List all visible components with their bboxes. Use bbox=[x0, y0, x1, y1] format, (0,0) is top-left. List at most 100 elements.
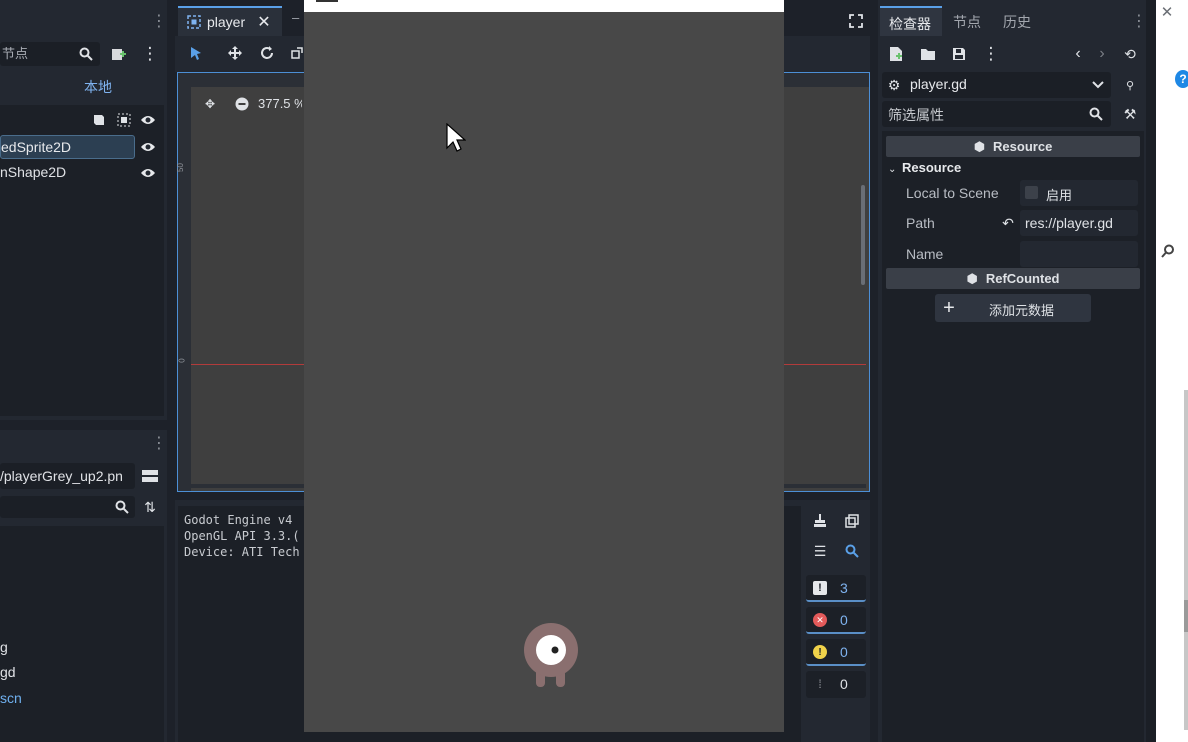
revert-icon[interactable]: ↶ bbox=[1000, 214, 1016, 232]
error-icon: ✕ bbox=[813, 613, 827, 627]
copy-icon[interactable] bbox=[842, 511, 862, 531]
open-folder-icon[interactable] bbox=[919, 44, 937, 64]
new-resource-icon[interactable] bbox=[887, 44, 905, 64]
warning-icon: ! bbox=[813, 645, 827, 659]
local-to-scene-checkbox[interactable]: 启用 bbox=[1020, 180, 1138, 206]
search-icon[interactable] bbox=[842, 541, 862, 561]
filesystem-path-value: /playerGrey_up2.pn bbox=[0, 468, 123, 484]
clear-output-icon[interactable] bbox=[810, 511, 830, 531]
prop-label: Local to Scene bbox=[906, 185, 999, 201]
dock-menu-icon[interactable]: ⋮ bbox=[1131, 12, 1147, 30]
tab-label: player bbox=[207, 14, 246, 30]
close-icon[interactable]: ✕ bbox=[1158, 3, 1176, 21]
sort-icon[interactable]: ⇅ bbox=[141, 497, 159, 517]
errors-count: 0 bbox=[840, 612, 848, 628]
history-back-icon[interactable]: ‹ bbox=[1070, 44, 1086, 64]
game-menu-icon[interactable] bbox=[316, 0, 338, 2]
tab-node[interactable]: 节点 bbox=[953, 12, 981, 32]
open-documentation-icon[interactable]: ⚲ bbox=[1120, 75, 1140, 95]
player-sprite bbox=[523, 623, 579, 689]
warnings-filter-button[interactable]: ! 0 bbox=[806, 639, 866, 666]
add-child-node-icon[interactable] bbox=[109, 44, 129, 64]
scale-tool-icon[interactable] bbox=[290, 44, 304, 62]
background-scrollbar-thumb[interactable] bbox=[1184, 600, 1188, 632]
warnings-count: 0 bbox=[840, 644, 848, 660]
select-tool-icon[interactable] bbox=[187, 44, 205, 62]
history-forward-icon[interactable]: › bbox=[1094, 44, 1110, 64]
other-count: 0 bbox=[840, 676, 848, 692]
ruler-label: 50 bbox=[175, 163, 185, 172]
dock-menu-icon[interactable]: ⋮ bbox=[151, 434, 167, 452]
file-list bbox=[0, 526, 164, 742]
chevron-down-icon bbox=[1090, 77, 1106, 93]
visibility-icon[interactable] bbox=[140, 166, 156, 180]
game-window[interactable] bbox=[304, 0, 784, 732]
message-icon: ! bbox=[813, 581, 827, 595]
script-icon[interactable] bbox=[91, 112, 107, 128]
tab-history[interactable]: 历史 bbox=[1003, 12, 1031, 32]
tools-icon[interactable]: ⚒ bbox=[1120, 104, 1140, 124]
collapse-icon[interactable]: ☰ bbox=[810, 541, 830, 561]
zoom-reset-icon[interactable]: ✥ bbox=[202, 96, 218, 112]
messages-count: 3 bbox=[840, 580, 848, 596]
tree-item-label: nShape2D bbox=[0, 164, 67, 180]
section-title: Resource bbox=[993, 139, 1053, 154]
move-tool-icon[interactable] bbox=[226, 44, 244, 62]
cube-icon: ⬢ bbox=[973, 138, 986, 154]
more-icon[interactable]: ⋮ bbox=[983, 44, 1000, 64]
distraction-free-icon[interactable] bbox=[846, 11, 866, 31]
messages-filter-button[interactable]: ! 3 bbox=[806, 575, 866, 602]
file-item[interactable]: g bbox=[0, 639, 8, 655]
save-icon[interactable] bbox=[950, 44, 968, 64]
other-filter-button[interactable]: ⁞ 0 bbox=[806, 671, 866, 698]
search-icon[interactable] bbox=[114, 498, 130, 516]
tree-item-animated-sprite[interactable]: edSprite2D bbox=[0, 135, 135, 159]
tab-inspector[interactable]: 检查器 bbox=[880, 6, 942, 36]
section-refcounted[interactable]: ⬢ RefCounted bbox=[886, 268, 1140, 289]
prop-label: Name bbox=[906, 246, 944, 262]
vertical-scrollbar[interactable] bbox=[861, 185, 865, 285]
scene-more-icon[interactable]: ⋮ bbox=[142, 44, 159, 64]
local-tab[interactable]: 本地 bbox=[84, 77, 112, 97]
split-view-icon[interactable] bbox=[141, 466, 159, 486]
ruler-label: 0 bbox=[177, 358, 187, 363]
path-field[interactable]: res://player.gd bbox=[1020, 210, 1138, 236]
add-metadata-button[interactable]: + 添加元数据 bbox=[935, 294, 1091, 322]
filesystem-path-field[interactable]: /playerGrey_up2.pn bbox=[0, 463, 135, 489]
name-field[interactable] bbox=[1020, 241, 1138, 267]
tree-item-collision-shape[interactable]: nShape2D bbox=[0, 164, 135, 184]
rotate-tool-icon[interactable] bbox=[258, 44, 276, 62]
checkbox-label: 启用 bbox=[1046, 188, 1073, 203]
tab-player[interactable]: player ✕ bbox=[178, 6, 282, 36]
property-filter-input[interactable]: 筛选属性 bbox=[882, 101, 1111, 127]
help-icon[interactable]: ? bbox=[1175, 70, 1188, 88]
game-title-bar bbox=[304, 0, 784, 12]
object-history-icon[interactable]: ⟲ bbox=[1121, 44, 1139, 64]
group-icon[interactable] bbox=[116, 112, 132, 128]
prop-label: Path bbox=[906, 215, 935, 231]
property-filter-placeholder: 筛选属性 bbox=[888, 107, 944, 123]
search-icon[interactable] bbox=[78, 45, 94, 63]
visibility-icon[interactable] bbox=[140, 140, 156, 154]
path-value: res://player.gd bbox=[1025, 215, 1113, 231]
mouse-cursor bbox=[446, 122, 467, 153]
visibility-icon[interactable] bbox=[140, 112, 156, 128]
file-item[interactable]: gd bbox=[0, 664, 16, 680]
plus-icon: + bbox=[943, 296, 955, 319]
tab-next-partial[interactable]: – bbox=[292, 10, 299, 25]
errors-filter-button[interactable]: ✕ 0 bbox=[806, 607, 866, 634]
output-line: Device: ATI Tech bbox=[184, 545, 300, 559]
section-resource[interactable]: ⬢ Resource bbox=[886, 136, 1140, 157]
close-icon[interactable]: ✕ bbox=[256, 14, 272, 31]
search-icon bbox=[1088, 106, 1104, 122]
add-metadata-label: 添加元数据 bbox=[989, 303, 1055, 318]
resource-selector[interactable]: ⚙ player.gd bbox=[882, 72, 1111, 98]
file-item[interactable]: scn bbox=[0, 690, 22, 706]
dock-menu-icon[interactable]: ⋮ bbox=[151, 12, 167, 30]
background-scrollbar[interactable] bbox=[1184, 390, 1188, 730]
search-icon[interactable] bbox=[1160, 243, 1176, 259]
section-title: RefCounted bbox=[985, 271, 1060, 286]
zoom-out-icon[interactable] bbox=[234, 96, 250, 112]
subsection-resource[interactable]: ⌄ Resource bbox=[888, 160, 1138, 178]
gear-icon: ⚙ bbox=[887, 76, 901, 93]
